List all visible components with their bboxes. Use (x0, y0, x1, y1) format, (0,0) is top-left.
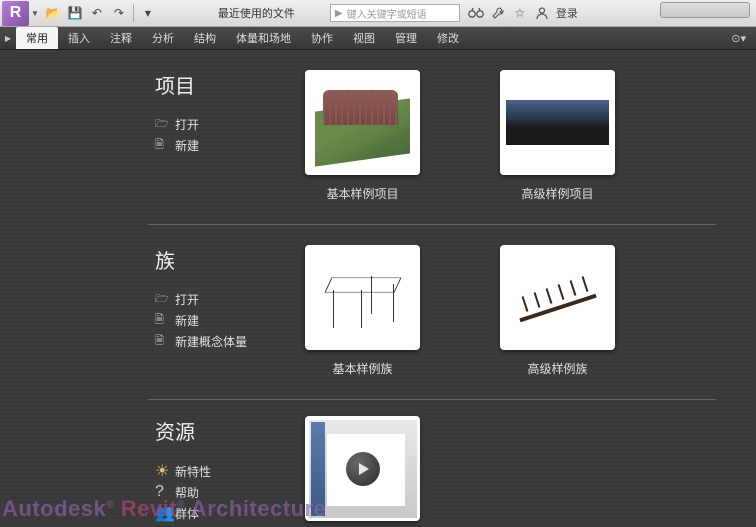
family-new-mass-link[interactable]: 🗎 新建概念体量 (155, 332, 300, 351)
app-menu-dropdown-icon[interactable]: ▼ (31, 9, 39, 18)
tab-annotate[interactable]: 注释 (100, 27, 142, 49)
open-icon[interactable]: 📂 (43, 3, 63, 23)
title-right-tools: ☆ 登录 (468, 5, 578, 21)
document-icon: 🗎 (155, 311, 169, 330)
family-cards: 基本样例族 高级样例族 (305, 245, 615, 377)
tab-home[interactable]: 常用 (16, 27, 58, 49)
folder-icon: 🗁 (155, 290, 169, 309)
watermark-suffix: Architecture (191, 496, 327, 521)
quick-access-toolbar: 📂 💾 ↶ ↷ ▾ (43, 3, 158, 23)
watermark-vendor: Autodesk (2, 496, 106, 521)
ribbon-collapse-icon[interactable]: ▶ (0, 27, 16, 49)
thumb-basic-family (305, 245, 420, 350)
wrench-icon[interactable] (490, 5, 506, 21)
separator (133, 4, 134, 22)
tab-analyze[interactable]: 分析 (142, 27, 184, 49)
project-new-label: 新建 (175, 137, 199, 154)
card-basic-project-label: 基本样例项目 (326, 185, 398, 202)
thumb-advanced-project (500, 70, 615, 175)
user-icon[interactable] (534, 5, 550, 21)
card-advanced-project-label: 高级样例项目 (521, 185, 593, 202)
projects-title: 项目 (155, 70, 300, 99)
folder-icon: 🗁 (155, 115, 169, 134)
play-icon (346, 452, 380, 486)
binoculars-icon[interactable] (468, 5, 484, 21)
app-menu-button[interactable]: R (2, 1, 29, 26)
document-icon: 🗎 (155, 332, 169, 351)
card-advanced-family-label: 高级样例族 (527, 360, 587, 377)
title-text: 最近使用的文件 (218, 5, 295, 21)
tab-modify[interactable]: 修改 (427, 27, 469, 49)
thumb-advanced-family (500, 245, 615, 350)
family-open-label: 打开 (175, 291, 199, 308)
thumb-basic-project (305, 70, 420, 175)
project-new-link[interactable]: 🗎 新建 (155, 136, 300, 155)
sun-icon: ☀ (155, 461, 169, 481)
infocenter-panel[interactable] (660, 2, 750, 18)
card-basic-family-label: 基本样例族 (332, 360, 392, 377)
families-title: 族 (155, 245, 300, 274)
section-projects-left: 项目 🗁 打开 🗎 新建 (155, 70, 300, 202)
section-families-left: 族 🗁 打开 🗎 新建 🗎 新建概念体量 (155, 245, 300, 377)
card-advanced-family[interactable]: 高级样例族 (500, 245, 615, 377)
save-icon[interactable]: 💾 (65, 3, 85, 23)
card-basic-family[interactable]: 基本样例族 (305, 245, 420, 377)
tab-view[interactable]: 视图 (343, 27, 385, 49)
tab-massing[interactable]: 体量和场地 (226, 27, 301, 49)
project-open-label: 打开 (175, 116, 199, 133)
watermark: Autodesk® Revit® Architecture (2, 496, 326, 522)
resources-whatsnew-link[interactable]: ☀ 新特性 (155, 461, 300, 481)
project-open-link[interactable]: 🗁 打开 (155, 115, 300, 134)
section-families: 族 🗁 打开 🗎 新建 🗎 新建概念体量 (0, 225, 756, 377)
resources-title: 资源 (155, 416, 300, 445)
star-icon[interactable]: ☆ (512, 5, 528, 21)
section-projects: 项目 🗁 打开 🗎 新建 基本样例项目 高级样例项目 (0, 50, 756, 202)
tab-structure[interactable]: 结构 (184, 27, 226, 49)
search-input[interactable]: ▶ 键入关键字或短语 (330, 4, 460, 22)
login-link[interactable]: 登录 (556, 5, 578, 21)
search-icon: ▶ (335, 8, 343, 19)
undo-icon[interactable]: ↶ (87, 3, 107, 23)
ribbon-extras: ⊙▾ (731, 27, 756, 49)
titlebar: R ▼ 📂 💾 ↶ ↷ ▾ 最近使用的文件 ▶ 键入关键字或短语 ☆ 登录 (0, 0, 756, 27)
family-open-link[interactable]: 🗁 打开 (155, 290, 300, 309)
tab-manage[interactable]: 管理 (385, 27, 427, 49)
resources-whatsnew-label: 新特性 (175, 463, 211, 480)
family-new-label: 新建 (175, 312, 199, 329)
family-new-link[interactable]: 🗎 新建 (155, 311, 300, 330)
tab-collaborate[interactable]: 协作 (301, 27, 343, 49)
tab-insert[interactable]: 插入 (58, 27, 100, 49)
qat-dropdown-icon[interactable]: ▾ (138, 3, 158, 23)
start-page: 项目 🗁 打开 🗎 新建 基本样例项目 高级样例项目 (0, 50, 756, 527)
search-placeholder: 键入关键字或短语 (347, 6, 427, 21)
card-basic-project[interactable]: 基本样例项目 (305, 70, 420, 202)
card-advanced-project[interactable]: 高级样例项目 (500, 70, 615, 202)
family-new-mass-label: 新建概念体量 (175, 333, 247, 350)
ribbon-bullet-icon[interactable]: ⊙▾ (731, 32, 746, 45)
watermark-product: Revit (121, 496, 177, 521)
redo-icon[interactable]: ↷ (109, 3, 129, 23)
document-icon: 🗎 (155, 136, 169, 155)
ribbon: ▶ 常用 插入 注释 分析 结构 体量和场地 协作 视图 管理 修改 ⊙▾ (0, 27, 756, 50)
project-cards: 基本样例项目 高级样例项目 (305, 70, 615, 202)
